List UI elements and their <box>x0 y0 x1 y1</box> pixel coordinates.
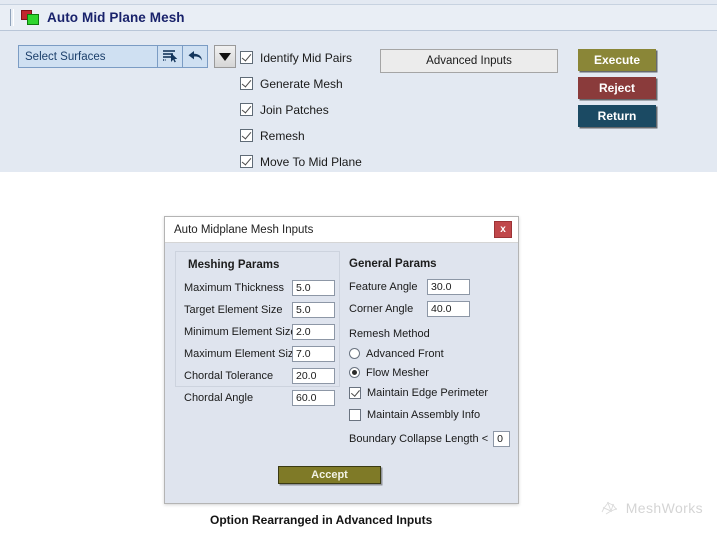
field-label: Maximum Element Size <box>184 348 300 360</box>
option-join-patches[interactable]: Join Patches <box>240 97 362 122</box>
panel-titlebar: Auto Mid Plane Mesh <box>0 4 717 31</box>
field-label: Boundary Collapse Length < <box>349 433 489 445</box>
field-maximum-thickness: Maximum Thickness 5.0 <box>184 277 339 299</box>
field-maximum-element-size: Maximum Element Size 7.0 <box>184 343 339 365</box>
boundary-collapse-length-input[interactable]: 0 <box>493 431 510 447</box>
option-label: Join Patches <box>260 102 329 117</box>
remesh-method-title: Remesh Method <box>349 328 430 340</box>
maximum-thickness-input[interactable]: 5.0 <box>292 280 335 296</box>
field-label: Maximum Thickness <box>184 282 285 294</box>
chevron-down-icon <box>219 52 231 61</box>
field-chordal-angle: Chordal Angle 60.0 <box>184 387 339 409</box>
field-target-element-size: Target Element Size 5.0 <box>184 299 339 321</box>
panel-body: Select Surfaces Identify Mid Pairs Gener… <box>0 31 717 171</box>
option-remesh[interactable]: Remesh <box>240 123 362 148</box>
advanced-inputs-button[interactable]: Advanced Inputs <box>380 49 558 73</box>
watermark-label: MeshWorks <box>625 499 703 516</box>
meshing-params-group: Meshing Params Maximum Thickness 5.0 Tar… <box>175 251 340 406</box>
select-surfaces-field[interactable]: Select Surfaces <box>18 45 208 68</box>
field-chordal-tolerance: Chordal Tolerance 20.0 <box>184 365 339 387</box>
field-label: Corner Angle <box>349 303 414 315</box>
page-title: Auto Mid Plane Mesh <box>47 10 185 25</box>
corner-angle-input[interactable]: 40.0 <box>427 301 470 317</box>
field-label: Target Element Size <box>184 304 283 316</box>
meshworks-logo-icon <box>600 499 620 516</box>
option-label: Remesh <box>260 128 305 143</box>
option-identify-mid-pairs[interactable]: Identify Mid Pairs <box>240 45 362 70</box>
option-label: Move To Mid Plane <box>260 154 362 169</box>
checkbox-icon[interactable] <box>240 129 253 142</box>
checkbox-icon[interactable] <box>349 409 361 421</box>
field-feature-angle: Feature Angle 30.0 <box>349 276 510 298</box>
maximum-element-size-input[interactable]: 7.0 <box>292 346 335 362</box>
red-green-squares-icon <box>21 9 40 26</box>
field-label: Chordal Angle <box>184 392 254 404</box>
feature-angle-input[interactable]: 30.0 <box>427 279 470 295</box>
field-minimum-element-size: Minimum Element Size 2.0 <box>184 321 339 343</box>
return-button[interactable]: Return <box>578 105 656 127</box>
field-label: Minimum Element Size <box>184 326 297 338</box>
select-surfaces-row: Select Surfaces <box>18 45 236 68</box>
dialog-title: Auto Midplane Mesh Inputs <box>174 223 314 236</box>
option-maintain-edge-perimeter[interactable]: Maintain Edge Perimeter <box>349 382 510 404</box>
radio-label: Flow Mesher <box>366 366 429 379</box>
checkbox-icon[interactable] <box>240 77 253 90</box>
meshworks-watermark: MeshWorks <box>600 499 703 516</box>
option-label: Maintain Edge Perimeter <box>367 387 489 399</box>
option-label: Generate Mesh <box>260 76 343 91</box>
execute-button[interactable]: Execute <box>578 49 656 71</box>
chordal-angle-input[interactable]: 60.0 <box>292 390 335 406</box>
select-surfaces-label: Select Surfaces <box>25 50 106 63</box>
radio-icon[interactable] <box>349 348 360 359</box>
undo-arrow-icon[interactable] <box>182 46 207 67</box>
figure-caption: Option Rearranged in Advanced Inputs <box>210 513 433 527</box>
dialog-body: Meshing Params Maximum Thickness 5.0 Tar… <box>165 243 518 503</box>
radio-label: Advanced Front <box>366 347 444 360</box>
radio-flow-mesher[interactable]: Flow Mesher <box>349 363 510 382</box>
dialog-titlebar[interactable]: Auto Midplane Mesh Inputs x <box>165 217 518 243</box>
close-icon[interactable]: x <box>494 221 512 238</box>
field-label: Chordal Tolerance <box>184 370 274 382</box>
checkbox-icon[interactable] <box>349 387 361 399</box>
meshing-params-title: Meshing Params <box>188 259 280 271</box>
options-checkbox-group: Identify Mid Pairs Generate Mesh Join Pa… <box>240 45 362 174</box>
accept-button[interactable]: Accept <box>278 466 381 484</box>
action-button-group: Execute Reject Return <box>578 49 656 133</box>
surface-selection-dropdown-button[interactable] <box>214 45 236 68</box>
auto-midplane-mesh-inputs-dialog: Auto Midplane Mesh Inputs x Meshing Para… <box>164 216 519 504</box>
auto-mid-plane-mesh-panel: Auto Mid Plane Mesh Select Surfaces Iden… <box>0 0 717 172</box>
field-boundary-collapse-length: Boundary Collapse Length < 0 <box>349 428 510 450</box>
chordal-tolerance-input[interactable]: 20.0 <box>292 368 335 384</box>
radio-advanced-front[interactable]: Advanced Front <box>349 344 510 363</box>
option-label: Maintain Assembly Info <box>367 409 481 421</box>
drag-grip-handle[interactable] <box>10 9 14 26</box>
reject-button[interactable]: Reject <box>578 77 656 99</box>
target-element-size-input[interactable]: 5.0 <box>292 302 335 318</box>
list-pick-icon[interactable] <box>157 46 182 67</box>
field-label: Feature Angle <box>349 281 418 293</box>
general-params-title: General Params <box>349 258 437 270</box>
general-params-group: General Params Feature Angle 30.0 Corner… <box>345 251 510 447</box>
option-move-to-mid-plane[interactable]: Move To Mid Plane <box>240 149 362 174</box>
checkbox-icon[interactable] <box>240 51 253 64</box>
radio-icon[interactable] <box>349 367 360 378</box>
option-maintain-assembly-info[interactable]: Maintain Assembly Info <box>349 404 510 426</box>
field-corner-angle: Corner Angle 40.0 <box>349 298 510 320</box>
checkbox-icon[interactable] <box>240 103 253 116</box>
checkbox-icon[interactable] <box>240 155 253 168</box>
minimum-element-size-input[interactable]: 2.0 <box>292 324 335 340</box>
option-generate-mesh[interactable]: Generate Mesh <box>240 71 362 96</box>
option-label: Identify Mid Pairs <box>260 50 353 65</box>
